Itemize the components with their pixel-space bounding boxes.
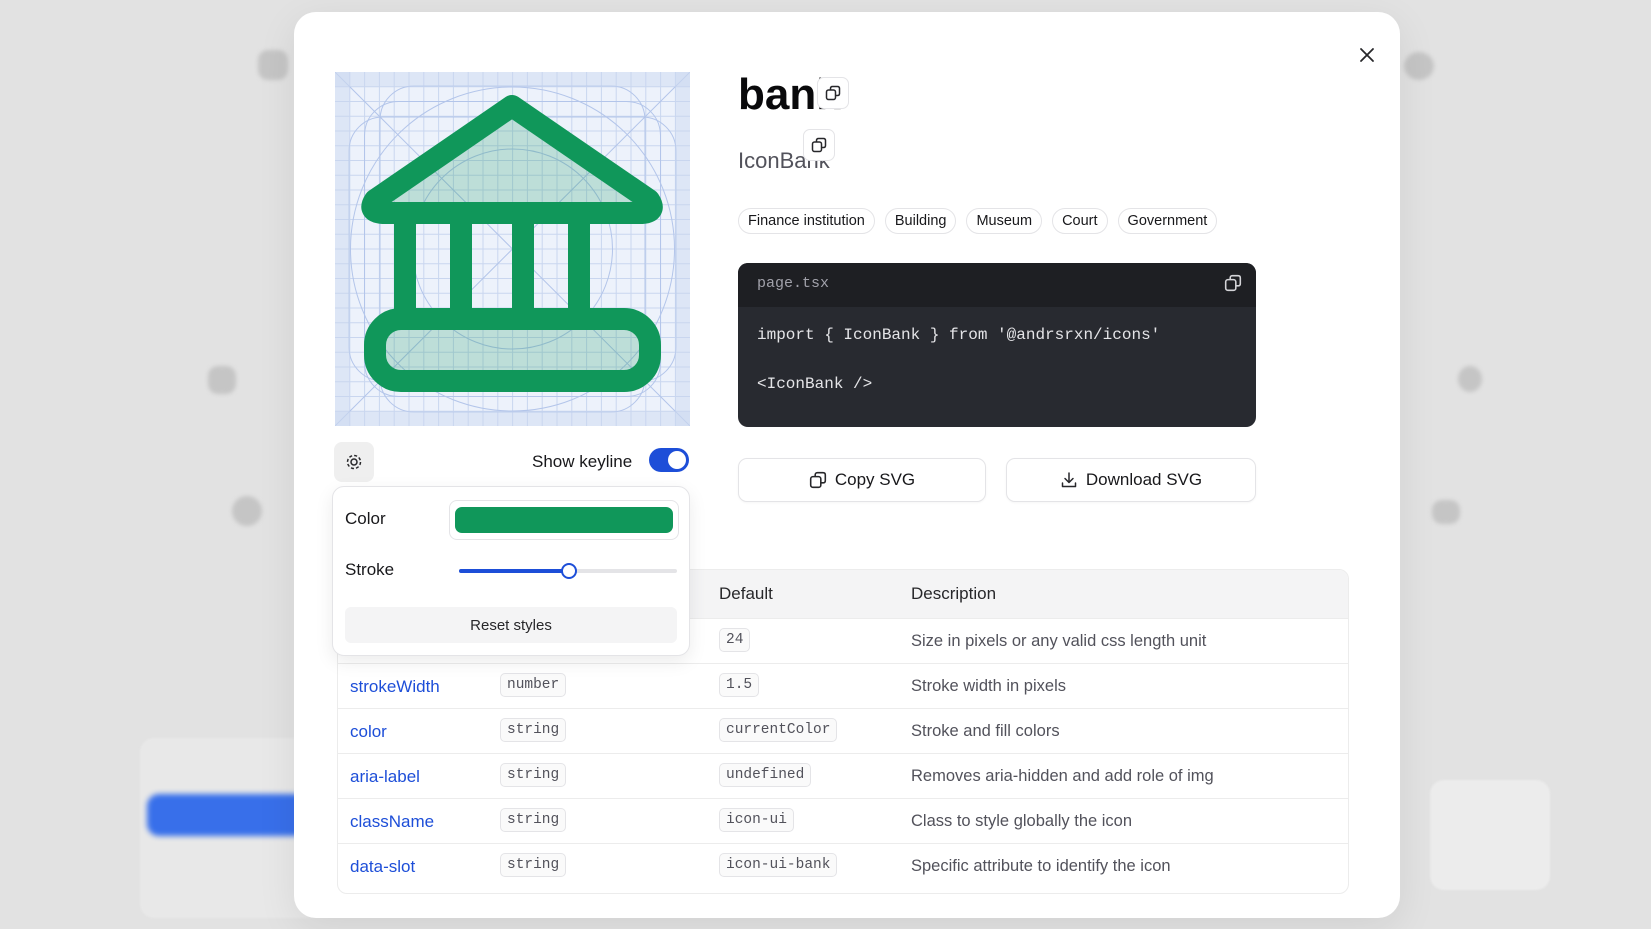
copy-icon	[809, 471, 826, 489]
keyline-toggle[interactable]	[649, 448, 689, 472]
prop-description: Removes aria-hidden and add role of img	[911, 767, 1214, 785]
prop-default: 24	[719, 628, 751, 652]
prop-type: string	[500, 808, 567, 832]
prop-name: className	[350, 812, 435, 831]
prop-description: Size in pixels or any valid css length u…	[911, 632, 1207, 650]
prop-name: color	[350, 722, 387, 741]
style-popover: Color Stroke Reset styles	[332, 486, 690, 656]
copy-svg-button[interactable]: Copy SVG	[738, 458, 986, 502]
background-icon	[258, 50, 288, 80]
background-icon	[1458, 366, 1482, 392]
stroke-slider[interactable]	[459, 563, 677, 579]
prop-type: string	[500, 853, 567, 877]
color-label: Color	[345, 509, 386, 528]
keyline-label: Show keyline	[532, 452, 633, 471]
download-svg-label: Download SVG	[1085, 470, 1203, 489]
copy-svg-label: Copy SVG	[834, 470, 916, 489]
tag: Building	[884, 208, 957, 234]
background-category-pill	[147, 794, 307, 836]
background-icon	[208, 366, 236, 394]
tag: Government	[1117, 208, 1218, 234]
stroke-slider-thumb[interactable]	[561, 563, 577, 579]
prop-type: number	[500, 673, 567, 697]
column-header-description: Description	[911, 584, 997, 603]
bank-icon	[361, 95, 663, 392]
prop-description: Specific attribute to identify the icon	[911, 857, 1171, 875]
prop-description: Stroke width in pixels	[911, 677, 1066, 695]
icon-preview	[335, 72, 690, 426]
prop-description: Class to style globally the icon	[911, 812, 1133, 830]
style-settings-button[interactable]	[334, 442, 374, 482]
prop-default: icon-ui-bank	[719, 853, 838, 877]
copy-title-button[interactable]	[817, 77, 849, 109]
tag: Court	[1052, 208, 1108, 234]
color-swatch	[455, 507, 673, 533]
tag: Museum	[966, 208, 1043, 234]
close-button[interactable]	[1352, 40, 1382, 70]
prop-type: string	[500, 763, 567, 787]
download-svg-button[interactable]: Download SVG	[1006, 458, 1256, 502]
prop-default: currentColor	[719, 718, 838, 742]
table-row: className string icon-ui Class to style …	[338, 798, 1348, 844]
prop-name: aria-label	[350, 767, 420, 786]
prop-default: icon-ui	[719, 808, 794, 832]
code-header: page.tsx	[738, 263, 1256, 307]
color-picker[interactable]	[449, 500, 679, 540]
icon-detail-modal: Show keyline Color Stroke Reset styles b…	[294, 12, 1400, 918]
table-row: data-slot string icon-ui-bank Specific a…	[338, 843, 1348, 889]
table-row: aria-label string undefined Removes aria…	[338, 753, 1348, 799]
copy-component-button[interactable]	[803, 129, 835, 161]
prop-description: Stroke and fill colors	[911, 722, 1060, 740]
copy-icon	[1224, 274, 1242, 292]
stroke-slider-fill	[459, 569, 568, 573]
stroke-label: Stroke	[345, 560, 395, 579]
code-import-line: import { IconBank } from '@andrsrxn/icon…	[757, 326, 1161, 344]
prop-name: data-slot	[350, 857, 416, 876]
code-snippet: page.tsx import { IconBank } from '@andr…	[738, 263, 1256, 427]
prop-type: string	[500, 718, 567, 742]
table-row: color string currentColor Stroke and fil…	[338, 708, 1348, 754]
background-card	[1430, 780, 1550, 890]
copy-icon	[825, 85, 841, 101]
prop-name: strokeWidth	[350, 677, 440, 696]
close-icon	[1360, 48, 1374, 62]
copy-code-button[interactable]	[1224, 274, 1242, 297]
column-header-default: Default	[719, 584, 773, 603]
prop-default: undefined	[719, 763, 812, 787]
tag: Finance institution	[738, 208, 875, 234]
tag-list: Finance institution Building Museum Cour…	[738, 208, 1218, 234]
background-icon	[1404, 52, 1434, 80]
download-icon	[1061, 472, 1077, 488]
prop-default: 1.5	[719, 673, 760, 697]
background-icon	[232, 496, 262, 526]
reset-styles-button[interactable]: Reset styles	[345, 607, 677, 643]
table-row: strokeWidth number 1.5 Stroke width in p…	[338, 663, 1348, 709]
code-usage-line: <IconBank />	[757, 375, 873, 393]
copy-icon	[811, 137, 827, 153]
gear-icon	[346, 454, 362, 470]
code-filename: page.tsx	[757, 275, 830, 292]
background-icon	[1432, 500, 1460, 524]
